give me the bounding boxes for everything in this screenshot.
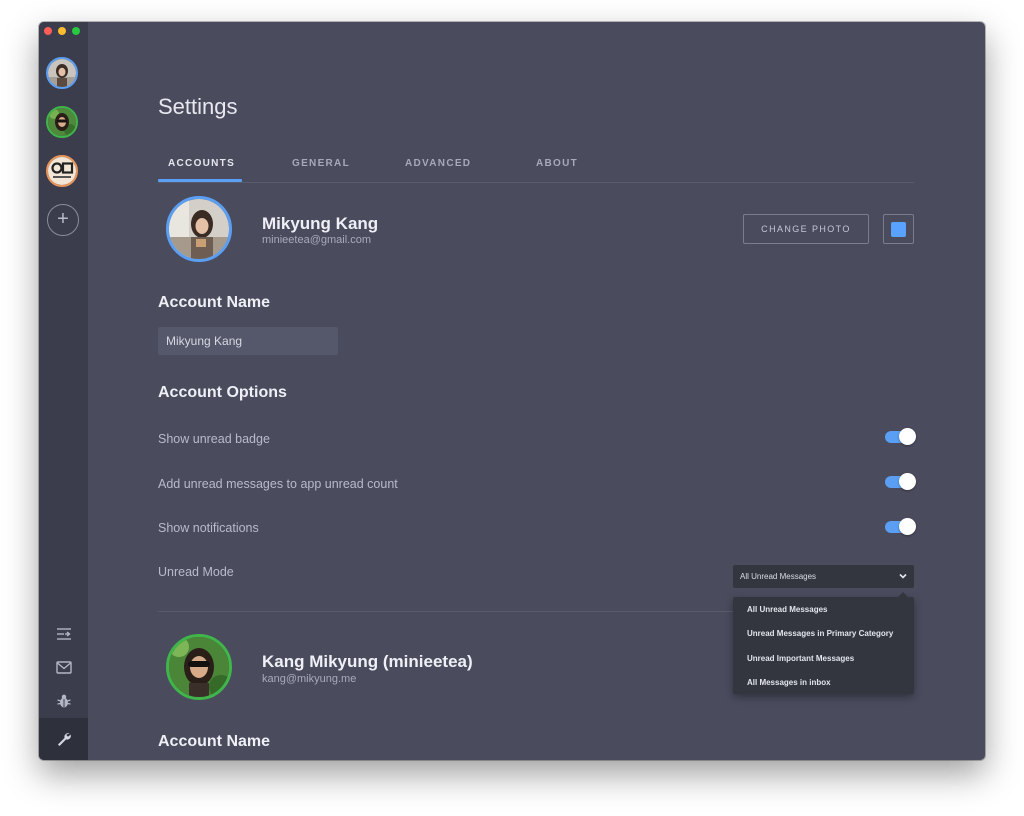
unread-mode-label: Unread Mode [158, 565, 234, 579]
app-window: + Settings ACCOUNTS GENERAL ADVANCED ABO… [39, 22, 985, 760]
add-unread-count-toggle[interactable] [885, 473, 917, 490]
window-maximize-button[interactable] [72, 27, 80, 35]
unread-mode-dropdown: All Unread Messages Unread Messages in P… [733, 592, 914, 694]
wrench-icon[interactable] [39, 718, 88, 760]
tab-about[interactable]: ABOUT [536, 158, 578, 169]
tab-general[interactable]: GENERAL [292, 158, 350, 169]
mail-icon[interactable] [39, 651, 88, 683]
account-sidebar: + [39, 22, 88, 760]
page-title: Settings [158, 94, 238, 119]
tab-accounts[interactable]: ACCOUNTS [168, 158, 235, 169]
show-notifications-label: Show notifications [158, 521, 259, 535]
add-account-button[interactable]: + [47, 204, 79, 236]
dropdown-option[interactable]: All Unread Messages [747, 605, 827, 614]
compose-icon[interactable] [39, 618, 88, 650]
account-options-heading: Account Options [158, 384, 287, 401]
account-name-input[interactable] [158, 327, 338, 355]
account-email-2: kang@mikyung.me [262, 673, 357, 685]
account-color-swatch [891, 221, 906, 237]
account-email: minieetea@gmail.com [262, 234, 371, 246]
unread-mode-select[interactable]: All Unread Messages [733, 565, 914, 588]
account-color-button[interactable] [883, 214, 914, 244]
account-display-name: Mikyung Kang [262, 214, 379, 233]
change-photo-button[interactable]: CHANGE PHOTO [743, 214, 869, 244]
account-name-heading: Account Name [158, 294, 271, 311]
account-display-name-2: Kang Mikyung (minieetea) [262, 652, 473, 671]
dropdown-option[interactable]: Unread Messages in Primary Category [747, 629, 893, 638]
dropdown-option[interactable]: All Messages in inbox [747, 678, 831, 687]
show-unread-badge-label: Show unread badge [158, 432, 270, 446]
account-name-heading-2: Account Name [158, 733, 271, 750]
show-notifications-toggle[interactable] [885, 518, 917, 535]
settings-tabs: ACCOUNTS GENERAL ADVANCED ABOUT [158, 158, 914, 183]
window-minimize-button[interactable] [58, 27, 66, 35]
tab-advanced[interactable]: ADVANCED [405, 158, 471, 169]
add-unread-count-label: Add unread messages to app unread count [158, 477, 398, 491]
bug-icon[interactable] [39, 685, 88, 717]
window-close-button[interactable] [44, 27, 52, 35]
account-avatar-2 [166, 634, 232, 700]
settings-panel: Settings ACCOUNTS GENERAL ADVANCED ABOUT… [88, 22, 985, 760]
sidebar-account-avatar-1[interactable] [46, 57, 78, 89]
active-tab-indicator [158, 179, 242, 182]
show-unread-badge-toggle[interactable] [885, 428, 917, 445]
dropdown-option[interactable]: Unread Important Messages [747, 654, 854, 663]
account-avatar [166, 196, 232, 262]
sidebar-account-avatar-3[interactable] [46, 155, 78, 187]
sidebar-account-avatar-2[interactable] [46, 106, 78, 138]
unread-mode-selected: All Unread Messages [740, 572, 817, 581]
